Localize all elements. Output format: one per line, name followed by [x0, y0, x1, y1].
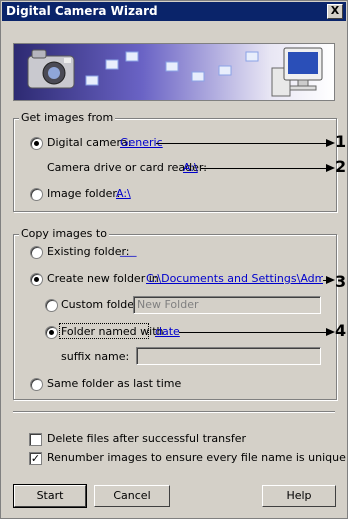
copy-images-group [13, 234, 337, 400]
create-folder-path-link[interactable]: C:\Documents and Settings\Administ [146, 272, 323, 285]
photo-icons [85, 51, 259, 86]
folder-named-with-radio[interactable] [45, 326, 58, 339]
existing-folder-radio[interactable] [30, 246, 43, 259]
image-folder-link[interactable]: A:\ [116, 187, 131, 200]
folder-named-with-label: Folder named with [61, 325, 164, 338]
cancel-button[interactable]: Cancel [94, 485, 170, 507]
help-button[interactable]: Help [262, 485, 336, 507]
existing-folder-link[interactable]: ___ [120, 244, 137, 257]
window-title: Digital Camera Wizard [6, 4, 158, 18]
existing-folder-label: Existing folder: [47, 245, 130, 258]
suffix-name-label: suffix name: [61, 350, 130, 363]
close-button[interactable]: X [327, 4, 343, 19]
delete-files-label: Delete files after successful transfer [47, 432, 247, 445]
delete-files-checkbox[interactable] [29, 433, 42, 446]
copy-images-legend: Copy images to [19, 227, 109, 240]
callout-arrow-1 [156, 143, 326, 144]
digital-camera-label: Digital camera: [47, 136, 132, 149]
custom-folder-input[interactable]: New Folder [133, 296, 321, 314]
callout-arrowhead-3 [326, 276, 335, 284]
title-bar: Digital Camera Wizard X [2, 2, 346, 21]
drive-link[interactable]: A:\ [183, 161, 198, 174]
renumber-images-checkbox[interactable]: ✓ [29, 452, 42, 465]
separator [13, 411, 335, 413]
callout-arrowhead-1 [326, 139, 335, 147]
same-folder-label: Same folder as last time [47, 377, 182, 390]
renumber-images-label: Renumber images to ensure every file nam… [47, 451, 346, 464]
create-folder-label: Create new folder in [47, 272, 159, 285]
computer-icon [271, 47, 323, 97]
get-images-legend: Get images from [19, 111, 116, 124]
callout-arrowhead-2 [326, 164, 335, 172]
callout-arrow-2 [201, 168, 326, 169]
start-button[interactable]: Start [13, 484, 87, 508]
callout-arrowhead-4 [326, 328, 335, 336]
custom-folder-label: Custom folder: [61, 298, 143, 311]
same-folder-radio[interactable] [30, 378, 43, 391]
callout-number-4: 4 [335, 321, 347, 340]
camera-icon [27, 49, 75, 89]
suffix-name-input[interactable] [136, 347, 321, 365]
digital-camera-wizard-window: Digital Camera Wizard X Get images from … [0, 0, 348, 519]
callout-arrow-4 [179, 332, 326, 333]
wizard-banner [13, 43, 335, 101]
folder-named-with-link[interactable]: date [155, 325, 180, 338]
custom-folder-radio[interactable] [45, 299, 58, 312]
image-folder-radio[interactable] [30, 188, 43, 201]
image-folder-label: Image folder: [47, 187, 121, 200]
camera-to-computer-illustration [27, 47, 323, 97]
callout-number-3: 3 [335, 272, 347, 291]
callout-number-1: 1 [335, 132, 347, 151]
callout-number-2: 2 [335, 157, 347, 176]
digital-camera-radio[interactable] [30, 137, 43, 150]
create-folder-radio[interactable] [30, 273, 43, 286]
